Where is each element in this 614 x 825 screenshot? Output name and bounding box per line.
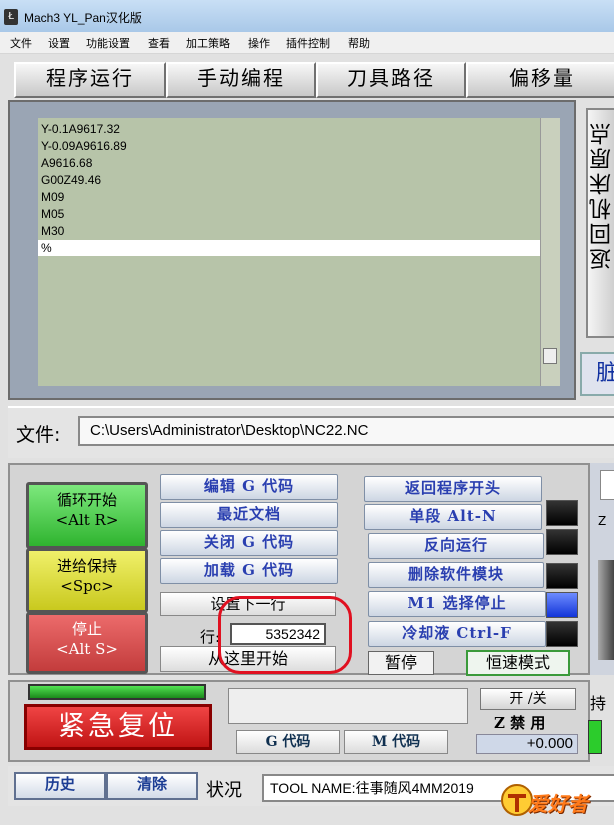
feed-hold-shortcut: <Spc> <box>60 577 114 595</box>
mach3-app-icon[interactable]: Ł <box>4 9 18 25</box>
right-green-indicator <box>588 720 602 754</box>
gcode-line: M05 <box>41 207 65 221</box>
reverse-run-led <box>546 529 578 555</box>
scrollbar-thumb[interactable] <box>543 348 557 364</box>
gcodes-button[interactable]: G 代码 <box>236 730 340 754</box>
z-inhibit-label: Z 禁 用 <box>494 714 546 732</box>
coolant-button[interactable]: 冷却液 Ctrl-F <box>368 621 546 647</box>
gcode-line: G00Z49.46 <box>41 173 102 187</box>
watermark-logo: 爱好者 <box>500 780 614 820</box>
file-label: 文件: <box>16 424 61 446</box>
file-path-field: C:\Users\Administrator\Desktop\NC22.NC <box>78 416 614 446</box>
gcode-line: M30 <box>41 224 65 238</box>
watermark-text: 爱好者 <box>528 792 588 816</box>
cycle-start-button[interactable]: 循环开始 <Alt R> <box>26 482 148 549</box>
feed-hold-label: 进给保持 <box>56 557 117 575</box>
menu-bar: 文件 设置 功能设置 查看 加工策略 操作 插件控制 帮助 <box>0 32 614 54</box>
reset-status-bar <box>28 684 206 700</box>
menu-view[interactable]: 查看 <box>148 35 170 51</box>
close-gcode-button[interactable]: 关闭 G 代码 <box>160 530 338 556</box>
z-inhibit-toggle-button[interactable]: 开 /关 <box>480 688 576 710</box>
right-z-label: Z <box>598 514 607 528</box>
constant-velocity-indicator: 恒速模式 <box>466 650 570 676</box>
feed-hold-button[interactable]: 进给保持 <Spc> <box>26 548 148 613</box>
side-button-partial[interactable]: 脏 <box>580 352 614 396</box>
window-title: Mach3 YL_Pan汉化版 <box>24 11 142 25</box>
menu-plugin-control[interactable]: 插件控制 <box>286 35 330 51</box>
history-button[interactable]: 历史 <box>14 772 106 800</box>
gcode-display[interactable]: Y-0.1A9617.32 Y-0.09A9616.89 A9616.68 G0… <box>38 118 560 386</box>
message-box <box>228 688 468 724</box>
gcode-scrollbar[interactable] <box>540 118 560 386</box>
gcode-line: Y-0.09A9616.89 <box>41 139 127 153</box>
right-edge-field <box>600 470 614 500</box>
tab-offsets[interactable]: 偏移量 <box>466 62 614 98</box>
current-line-highlight <box>38 240 540 256</box>
menu-operation[interactable]: 操作 <box>248 35 270 51</box>
red-annotation-circle <box>218 596 352 674</box>
mcodes-button[interactable]: M 代码 <box>344 730 448 754</box>
ref-all-home-button[interactable]: 返回机床原点 <box>586 108 614 338</box>
gcode-line: M09 <box>41 190 65 204</box>
m1-optional-stop-button[interactable]: M1 选择停止 <box>368 591 546 617</box>
gcode-line: Y-0.1A9617.32 <box>41 122 120 136</box>
reverse-run-button[interactable]: 反向运行 <box>368 533 544 559</box>
single-block-led <box>546 500 578 526</box>
single-block-button[interactable]: 单段 Alt-N <box>364 504 542 530</box>
pause-indicator: 暂停 <box>368 651 434 675</box>
gcode-line: % <box>41 241 52 255</box>
status-label: 状况 <box>206 780 242 801</box>
menu-function-settings[interactable]: 功能设置 <box>86 35 130 51</box>
ref-all-home-label: 返回机床原点 <box>590 120 614 270</box>
z-inhibit-value[interactable]: +0.000 <box>476 734 578 754</box>
coolant-led <box>546 621 578 647</box>
tab-toolpath[interactable]: 刀具路径 <box>316 62 466 98</box>
tab-mdi[interactable]: 手动编程 <box>166 62 316 98</box>
cycle-start-shortcut: <Alt R> <box>55 511 119 529</box>
emergency-reset-button[interactable]: 紧急复位 <box>24 704 212 750</box>
recent-files-button[interactable]: 最近文档 <box>160 502 338 528</box>
load-gcode-button[interactable]: 加载 G 代码 <box>160 558 338 584</box>
block-delete-led <box>546 563 578 589</box>
rewind-button[interactable]: 返回程序开头 <box>364 476 542 502</box>
cycle-start-label: 循环开始 <box>56 491 117 509</box>
clear-button[interactable]: 清除 <box>106 772 198 800</box>
m1-optional-stop-led <box>546 592 578 618</box>
stop-shortcut: <Alt S> <box>56 640 118 658</box>
block-delete-button[interactable]: 删除软件模块 <box>368 562 544 588</box>
menu-help[interactable]: 帮助 <box>348 35 370 51</box>
menu-machining-strategy[interactable]: 加工策略 <box>186 35 230 51</box>
menu-file[interactable]: 文件 <box>10 35 32 51</box>
menu-settings[interactable]: 设置 <box>48 35 70 51</box>
tool-graphic <box>598 560 614 660</box>
gcode-line: A9616.68 <box>41 156 93 170</box>
right-hold-label: 持 <box>590 694 607 713</box>
stop-label: 停止 <box>71 620 102 638</box>
tab-program-run[interactable]: 程序运行 <box>14 62 166 98</box>
stop-button[interactable]: 停止 <Alt S> <box>26 612 148 674</box>
edit-gcode-button[interactable]: 编辑 G 代码 <box>160 474 338 500</box>
